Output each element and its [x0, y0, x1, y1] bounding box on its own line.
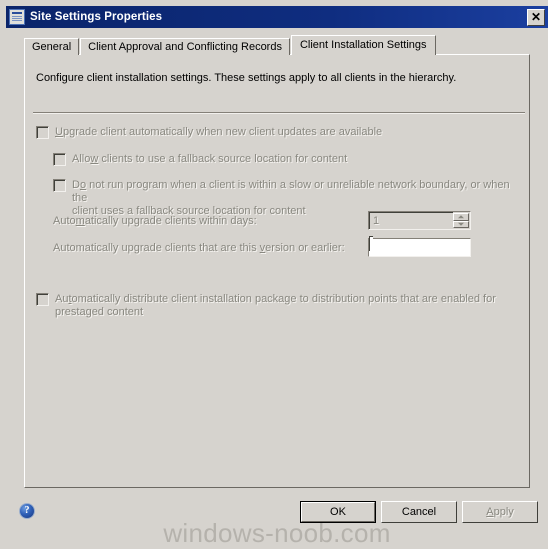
textbox-upgrade-version-or-earlier[interactable] — [368, 236, 471, 257]
checkbox-do-not-run-program-slow-network[interactable] — [53, 179, 66, 192]
tab-label: Client Installation Settings — [299, 39, 427, 51]
textbox-value[interactable] — [369, 236, 373, 251]
checkbox-row-upgrade-client-automatically[interactable]: Upgrade client automatically when new cl… — [36, 126, 382, 139]
field-row-upgrade-within-days: Automatically upgrade clients within day… — [53, 215, 257, 227]
checkbox-row-allow-fallback-source-location[interactable]: Allow clients to use a fallback source l… — [53, 153, 347, 166]
close-icon: ✕ — [530, 9, 542, 24]
checkbox-upgrade-client-automatically[interactable] — [36, 126, 49, 139]
cancel-button[interactable]: Cancel — [381, 501, 457, 523]
tab-general[interactable]: General — [24, 38, 80, 55]
checkbox-auto-distribute-installation-package[interactable] — [36, 293, 49, 306]
help-question-icon[interactable]: ? — [19, 503, 35, 519]
cancel-button-label: Cancel — [401, 506, 437, 518]
field-label-upgrade-version-or-earlier: Automatically upgrade clients that are t… — [53, 242, 345, 254]
apply-button[interactable]: Apply — [462, 501, 538, 523]
tab-label: Client Approval and Conflicting Records — [88, 41, 282, 53]
dialog-footer: ? OK Cancel Apply — [6, 495, 548, 545]
title-bar: Site Settings Properties ✕ — [6, 6, 548, 28]
tab-panel: Configure client installation settings. … — [24, 54, 530, 488]
horizontal-separator — [33, 112, 525, 114]
tab-label: General — [32, 41, 72, 53]
spinner-value[interactable]: 1 — [369, 212, 453, 229]
spinner-upgrade-within-days[interactable]: 1 — [368, 211, 471, 230]
checkbox-label: Automatically distribute client installa… — [55, 293, 496, 318]
checkbox-row-auto-distribute-installation-package[interactable]: Automatically distribute client installa… — [36, 293, 516, 319]
spinner-buttons — [453, 213, 469, 228]
window-title: Site Settings Properties — [30, 11, 163, 23]
close-button[interactable]: ✕ — [527, 8, 545, 26]
field-label-upgrade-within-days: Automatically upgrade clients within day… — [53, 215, 257, 227]
tab-strip: General Client Approval and Conflicting … — [24, 35, 436, 55]
ok-button-label: OK — [301, 502, 375, 522]
checkbox-label: Upgrade client automatically when new cl… — [55, 126, 383, 138]
spinner-down-icon[interactable] — [453, 220, 469, 228]
apply-button-label: Apply — [486, 506, 514, 518]
spinner-up-icon[interactable] — [453, 213, 469, 221]
checkbox-label: Allow clients to use a fallback source l… — [72, 153, 348, 165]
dialog-window: Site Settings Properties ✕ General Clien… — [0, 0, 548, 548]
field-row-upgrade-version-or-earlier: Automatically upgrade clients that are t… — [53, 242, 345, 254]
checkbox-allow-fallback-source-location[interactable] — [53, 153, 66, 166]
tab-client-installation-settings[interactable]: Client Installation Settings — [290, 35, 436, 55]
tab-client-approval-and-conflicting-records[interactable]: Client Approval and Conflicting Records — [80, 38, 290, 55]
form-window-icon — [9, 9, 25, 25]
ok-button[interactable]: OK — [300, 501, 376, 523]
panel-description: Configure client installation settings. … — [36, 72, 457, 84]
